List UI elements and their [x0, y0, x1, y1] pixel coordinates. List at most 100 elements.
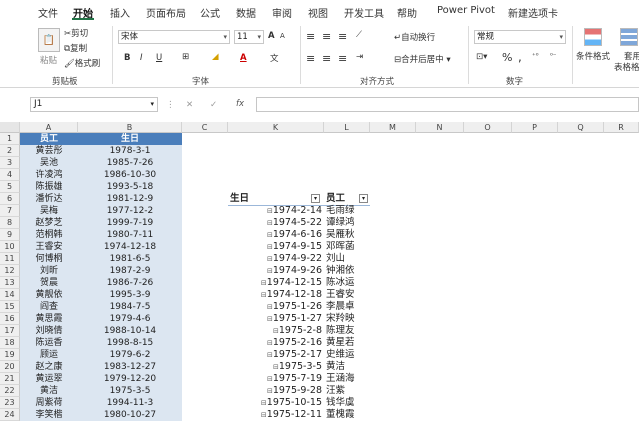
table-cell-birthday[interactable]: 1977-12-2 — [78, 205, 182, 217]
fill-color-icon[interactable]: ◢ — [212, 52, 219, 62]
table-cell-birthday[interactable]: 1980-7-11 — [78, 229, 182, 241]
currency-icon[interactable]: ⊡▾ — [476, 52, 487, 62]
align-right-icon[interactable]: ≡ — [338, 52, 347, 65]
table-cell-name[interactable]: 黄思霞 — [20, 313, 78, 325]
pivot-row-label[interactable]: ⊟1975-2-16 — [228, 337, 324, 349]
copy-button[interactable]: ⧉复制 — [64, 42, 87, 54]
table-cell-birthday[interactable]: 1974-12-18 — [78, 241, 182, 253]
pivot-row-label[interactable]: ⊟1974-5-22 — [228, 217, 324, 229]
orientation-icon[interactable]: ⟋ — [356, 30, 362, 40]
tab-review[interactable]: 审阅 — [272, 5, 292, 20]
decrease-decimal-icon[interactable]: ⁰⁻ — [550, 52, 557, 60]
pivot-row-label[interactable]: ⊟1974-12-18 — [228, 289, 324, 301]
table-cell-name[interactable]: 赵梦芝 — [20, 217, 78, 229]
row-header[interactable]: 2 — [0, 145, 20, 157]
table-cell-birthday[interactable]: 1975-3-5 — [78, 385, 182, 397]
row-header[interactable]: 16 — [0, 313, 20, 325]
table-cell-name[interactable]: 范桐韩 — [20, 229, 78, 241]
table-cell-birthday[interactable]: 1981-6-5 — [78, 253, 182, 265]
pivot-row-label[interactable]: ⊟1974-9-22 — [228, 253, 324, 265]
merge-center-button[interactable]: ⊟合并后居中 ▾ — [394, 53, 451, 65]
table-cell-birthday[interactable]: 1999-7-19 — [78, 217, 182, 229]
wrap-text-button[interactable]: ↵自动换行 — [394, 31, 435, 43]
table-cell-birthday[interactable]: 1981-12-9 — [78, 193, 182, 205]
pivot-row-label[interactable]: ⊟1975-9-28 — [228, 385, 324, 397]
underline-button[interactable]: U — [156, 53, 162, 63]
row-header[interactable]: 12 — [0, 265, 20, 277]
worksheet-grid[interactable]: A B C K L M N O P Q R 1 2 3 4 5 6 7 8 9 10 11 12 13 1… — [0, 122, 639, 430]
format-table-icon[interactable] — [620, 28, 638, 46]
column-header[interactable]: L — [324, 122, 370, 133]
row-header[interactable]: 8 — [0, 217, 20, 229]
table-cell-name[interactable]: 许凌鸿 — [20, 169, 78, 181]
table-cell-birthday[interactable]: 1979-4-6 — [78, 313, 182, 325]
table-cell-birthday[interactable]: 1986-7-26 — [78, 277, 182, 289]
table-cell-name[interactable]: 刘昕 — [20, 265, 78, 277]
table-cell-name[interactable]: 黄洁 — [20, 385, 78, 397]
row-header[interactable]: 10 — [0, 241, 20, 253]
pivot-row-label[interactable]: ⊟1975-2-8 — [228, 325, 324, 337]
table-cell-name[interactable]: 黄芸彤 — [20, 145, 78, 157]
row-header[interactable]: 11 — [0, 253, 20, 265]
tab-file[interactable]: 文件 — [38, 5, 58, 20]
column-header[interactable]: K — [228, 122, 324, 133]
tab-developer[interactable]: 开发工具 — [344, 5, 384, 20]
row-header[interactable]: 20 — [0, 361, 20, 373]
table-cell-birthday[interactable]: 1984-7-5 — [78, 301, 182, 313]
cancel-icon[interactable]: ✕ — [186, 100, 193, 110]
table-cell-name[interactable]: 顾运 — [20, 349, 78, 361]
row-header[interactable]: 4 — [0, 169, 20, 181]
table-cell-name[interactable]: 刘晓倩 — [20, 325, 78, 337]
pivot-row-label[interactable]: ⊟1975-12-11 — [228, 409, 324, 421]
pivot-row-label[interactable]: ⊟1974-9-15 — [228, 241, 324, 253]
tab-formulas[interactable]: 公式 — [200, 5, 220, 20]
filter-dropdown-icon[interactable]: ▾ — [311, 194, 321, 203]
name-box[interactable]: J1 ▾ — [30, 97, 158, 112]
tab-data[interactable]: 数据 — [236, 5, 256, 20]
pivot-row-label[interactable]: ⊟1975-10-15 — [228, 397, 324, 409]
row-header[interactable]: 1 — [0, 133, 20, 145]
table-cell-name[interactable]: 吴池 — [20, 157, 78, 169]
row-header[interactable]: 7 — [0, 205, 20, 217]
table-cell-name[interactable]: 陈振雄 — [20, 181, 78, 193]
conditional-format-icon[interactable] — [584, 28, 602, 46]
tab-power-pivot[interactable]: Power Pivot — [437, 5, 495, 16]
table-cell-name[interactable]: 李笑楷 — [20, 409, 78, 421]
table-cell-birthday[interactable]: 1986-10-30 — [78, 169, 182, 181]
row-header[interactable]: 17 — [0, 325, 20, 337]
comma-button[interactable]: , — [518, 50, 522, 64]
column-header[interactable]: A — [20, 122, 78, 133]
table-cell-name[interactable]: 何博桐 — [20, 253, 78, 265]
tab-view[interactable]: 视图 — [308, 5, 328, 20]
pivot-row-label[interactable]: ⊟1974-12-15 — [228, 277, 324, 289]
table-cell-name[interactable]: 黄靓依 — [20, 289, 78, 301]
table-cell-birthday[interactable]: 1978-3-1 — [78, 145, 182, 157]
indent-icon[interactable]: ⇥ — [356, 52, 363, 62]
row-header[interactable]: 24 — [0, 409, 20, 421]
border-icon[interactable]: ⊞ — [182, 52, 189, 62]
table-cell-name[interactable]: 陈运香 — [20, 337, 78, 349]
table-cell-birthday[interactable]: 1993-5-18 — [78, 181, 182, 193]
row-header[interactable]: 18 — [0, 337, 20, 349]
tab-insert[interactable]: 插入 — [110, 5, 130, 20]
font-color-button[interactable]: A — [240, 53, 247, 63]
table-cell-name[interactable]: 周紫荷 — [20, 397, 78, 409]
table-cell-birthday[interactable]: 1994-11-3 — [78, 397, 182, 409]
grow-font-button[interactable]: A — [268, 31, 275, 41]
enter-icon[interactable]: ✓ — [210, 100, 217, 110]
row-header[interactable]: 19 — [0, 349, 20, 361]
row-header[interactable]: 22 — [0, 385, 20, 397]
column-header[interactable]: Q — [558, 122, 604, 133]
italic-button[interactable]: I — [140, 53, 143, 63]
conditional-format-button[interactable]: 条件格式 — [576, 50, 610, 62]
align-bottom-icon[interactable]: ≡ — [338, 30, 347, 43]
shrink-font-button[interactable]: A — [280, 32, 285, 40]
table-cell-name[interactable]: 潘忻达 — [20, 193, 78, 205]
table-cell-birthday[interactable]: 1980-10-27 — [78, 409, 182, 421]
pivot-row-label[interactable]: ⊟1975-3-5 — [228, 361, 324, 373]
format-painter-button[interactable]: 🖌格式刷 — [64, 57, 100, 69]
column-header[interactable]: O — [464, 122, 512, 133]
table-cell-birthday[interactable]: 1979-6-2 — [78, 349, 182, 361]
tab-help[interactable]: 帮助 — [397, 5, 417, 20]
table-cell-birthday[interactable]: 1983-12-27 — [78, 361, 182, 373]
